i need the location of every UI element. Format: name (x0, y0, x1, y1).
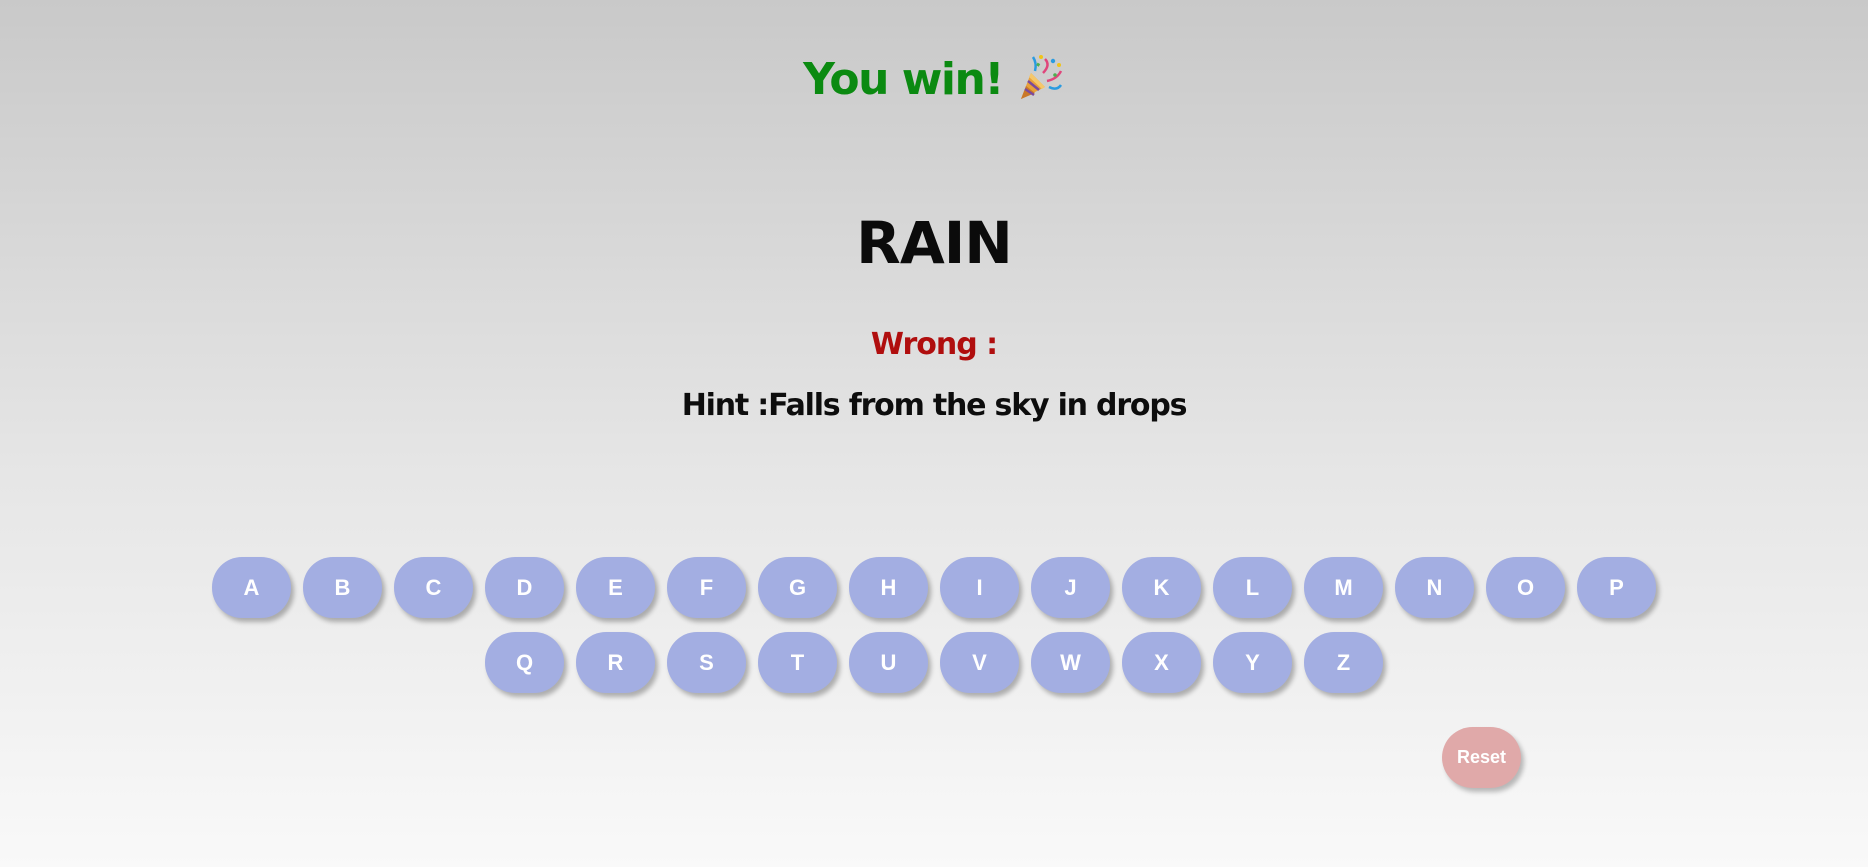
word-display: RAIN (856, 209, 1013, 277)
party-popper-icon (1015, 53, 1065, 103)
letter-key-k[interactable]: K (1122, 557, 1201, 618)
letter-key-d[interactable]: D (485, 557, 564, 618)
letter-key-e[interactable]: E (576, 557, 655, 618)
letter-key-p[interactable]: P (1577, 557, 1656, 618)
letter-key-j[interactable]: J (1031, 557, 1110, 618)
letter-key-i[interactable]: I (940, 557, 1019, 618)
keyboard-row-1: A B C D E F G H I J K L M N O P (0, 557, 1868, 618)
letter-key-z[interactable]: Z (1304, 632, 1383, 693)
letter-key-w[interactable]: W (1031, 632, 1110, 693)
letter-key-y[interactable]: Y (1213, 632, 1292, 693)
win-message: You win! (803, 54, 1004, 105)
reset-button[interactable]: Reset (1442, 727, 1521, 788)
letter-key-v[interactable]: V (940, 632, 1019, 693)
keyboard-row-2: Q R S T U V W X Y Z (0, 632, 1868, 693)
letter-key-g[interactable]: G (758, 557, 837, 618)
hint-text: Hint :Falls from the sky in drops (681, 388, 1188, 423)
wrong-letters: Wrong : (0, 325, 1868, 365)
letter-key-b[interactable]: B (303, 557, 382, 618)
game-status: You win! (0, 50, 1868, 110)
letter-key-h[interactable]: H (849, 557, 928, 618)
letter-key-n[interactable]: N (1395, 557, 1474, 618)
letter-keyboard: A B C D E F G H I J K L M N O P Q R S T … (0, 557, 1868, 707)
letter-key-l[interactable]: L (1213, 557, 1292, 618)
letter-key-o[interactable]: O (1486, 557, 1565, 618)
letter-key-a[interactable]: A (212, 557, 291, 618)
letter-key-m[interactable]: M (1304, 557, 1383, 618)
wrong-label: Wrong : (870, 327, 998, 362)
letter-key-x[interactable]: X (1122, 632, 1201, 693)
letter-key-t[interactable]: T (758, 632, 837, 693)
letter-key-r[interactable]: R (576, 632, 655, 693)
letter-key-s[interactable]: S (667, 632, 746, 693)
letter-key-q[interactable]: Q (485, 632, 564, 693)
letter-key-f[interactable]: F (667, 557, 746, 618)
letter-key-c[interactable]: C (394, 557, 473, 618)
letter-key-u[interactable]: U (849, 632, 928, 693)
